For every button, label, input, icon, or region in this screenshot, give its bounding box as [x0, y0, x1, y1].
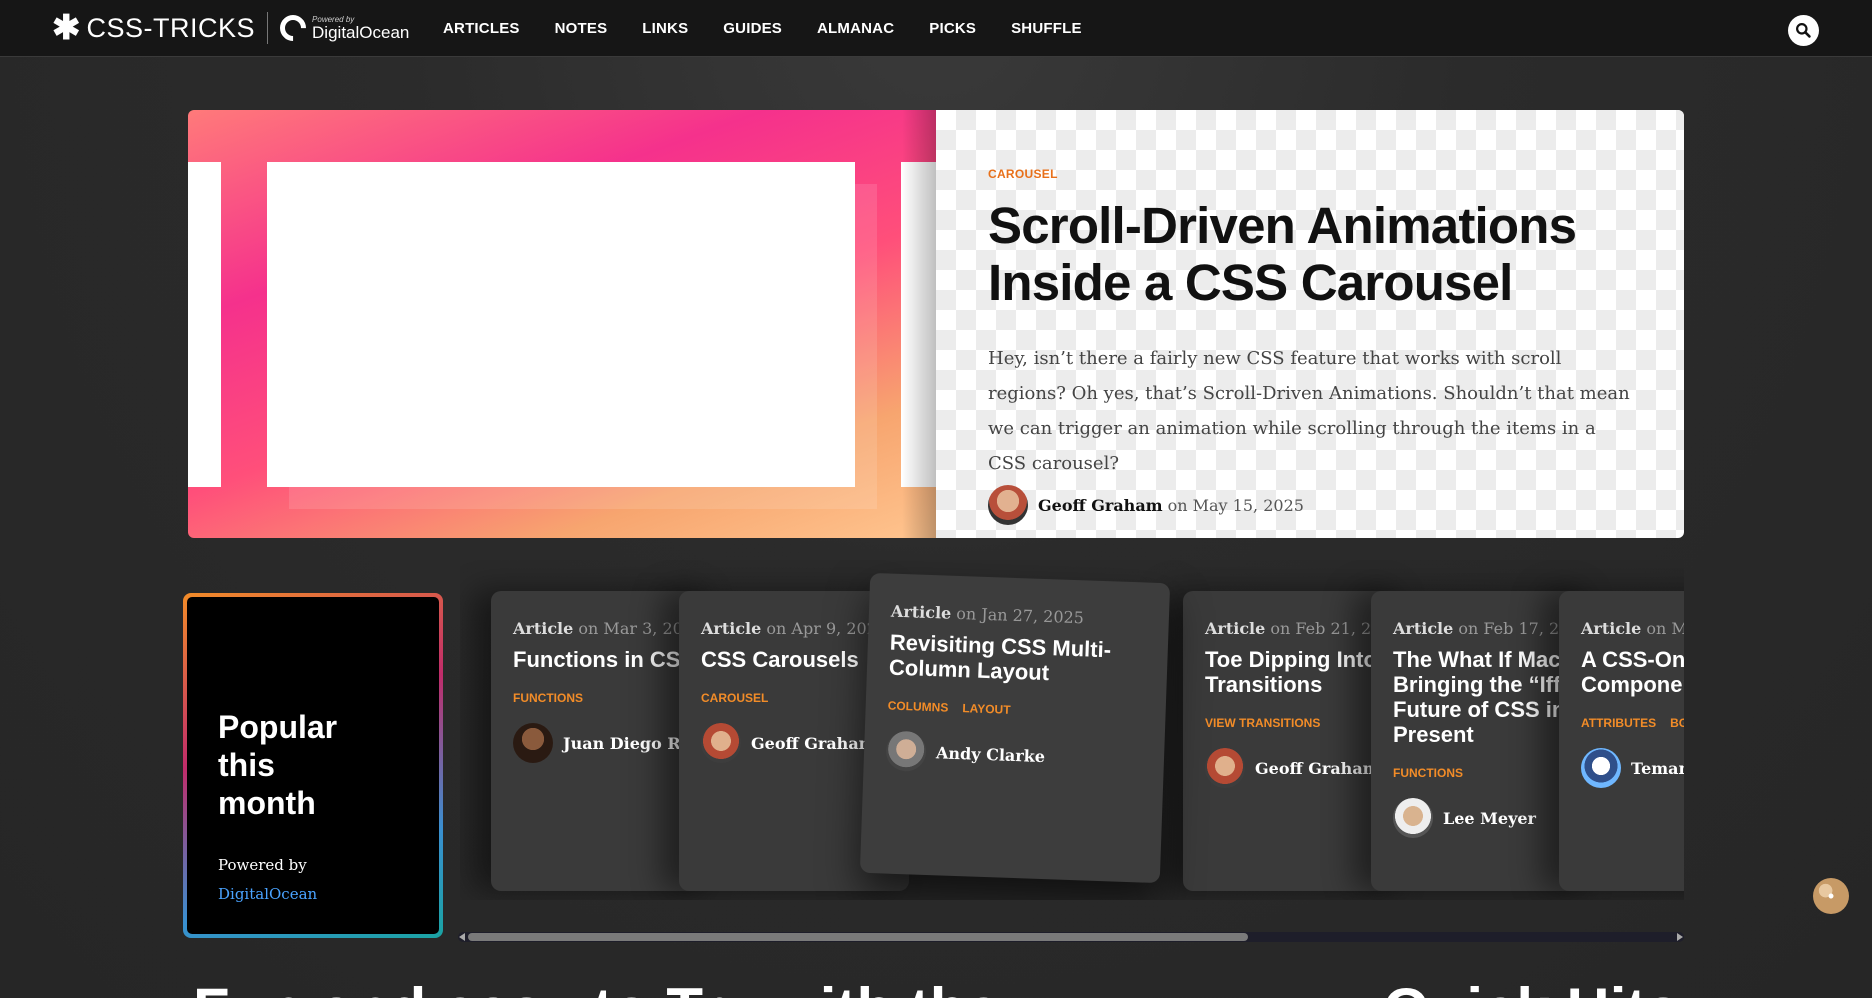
main-nav: ARTICLES NOTES LINKS GUIDES ALMANAC PICK… [443, 0, 1117, 57]
card-tag[interactable]: ATTRIBUTES [1581, 716, 1656, 730]
carousel-slide-center [267, 162, 855, 487]
quick-hits-heading: Quick Hits [1383, 980, 1680, 998]
card-type: Article [1581, 619, 1642, 638]
card-tag[interactable]: FUNCTIONS [1393, 766, 1463, 780]
scroll-right-arrow-icon[interactable] [1677, 933, 1683, 941]
card-type: Article [513, 619, 574, 638]
cookie-settings-button[interactable]: • [1813, 878, 1849, 914]
card-type: Article [890, 601, 952, 623]
avatar[interactable] [1393, 798, 1433, 838]
nav-almanac[interactable]: ALMANAC [817, 20, 894, 37]
card-author[interactable]: Temani Afif [1631, 759, 1684, 778]
search-icon [1796, 23, 1811, 38]
card-tag[interactable]: CAROUSEL [701, 691, 768, 705]
image-shade [902, 110, 936, 538]
card-date: on Mar [1646, 619, 1684, 638]
card-date: on Jan 27, 2025 [956, 603, 1085, 628]
nav-links[interactable]: LINKS [642, 20, 688, 37]
featured-tag[interactable]: CAROUSEL [988, 167, 1058, 181]
digitalocean-logo: Powered by DigitalOcean [274, 9, 410, 47]
card-author[interactable]: Lee Meyer [1443, 809, 1536, 828]
avatar[interactable] [701, 723, 741, 763]
section-heading: Fun and easy to Try with the [193, 980, 1000, 998]
author-link[interactable]: Geoff Graham [1038, 496, 1163, 515]
card-author[interactable]: Geoff Graham [1255, 759, 1380, 778]
nav-articles[interactable]: ARTICLES [443, 20, 520, 37]
card-title[interactable]: Revisiting CSS Multi-Column Layout [889, 630, 1121, 688]
cookie-icon: • [1827, 885, 1835, 906]
scrollbar-thumb[interactable] [468, 933, 1248, 941]
logo-divider [267, 12, 269, 44]
powered-by-label: Powered by [218, 856, 307, 874]
avatar[interactable] [1581, 748, 1621, 788]
avatar[interactable] [1205, 748, 1245, 788]
site-logo[interactable]: ✱ CSS-TRICKS Powered by DigitalOcean [52, 9, 410, 47]
featured-title[interactable]: Scroll-Driven Animations Inside a CSS Ca… [988, 197, 1630, 311]
digitalocean-label: DigitalOcean [312, 22, 410, 42]
site-header: ✱ CSS-TRICKS Powered by DigitalOcean ART… [0, 0, 1872, 57]
avatar[interactable] [885, 730, 927, 772]
featured-excerpt: Hey, isn’t there a fairly new CSS featur… [988, 348, 1630, 474]
article-card[interactable]: Article on Mar A CSS-Only Star Rating Co… [1559, 591, 1684, 891]
featured-content: CAROUSEL Scroll-Driven Animations Inside… [936, 110, 1684, 538]
nav-shuffle[interactable]: SHUFFLE [1011, 20, 1082, 37]
card-type: Article [1393, 619, 1454, 638]
avatar[interactable] [513, 723, 553, 763]
carousel-scrollbar[interactable] [458, 932, 1684, 942]
featured-byline: Geoff Graham on May 15, 2025 [988, 485, 1630, 525]
card-title[interactable]: Functions in CSS?! [513, 647, 716, 672]
article-card-active[interactable]: Article on Jan 27, 2025 Revisiting CSS M… [859, 572, 1171, 884]
scroll-left-arrow-icon[interactable] [459, 933, 465, 941]
star-logo-icon: ✱ [52, 9, 81, 47]
carousel-slide-left [188, 162, 221, 487]
nav-notes[interactable]: NOTES [555, 20, 608, 37]
card-type: Article [1205, 619, 1266, 638]
card-tag[interactable]: VIEW TRANSITIONS [1205, 716, 1320, 730]
card-tag[interactable]: BG [1670, 716, 1684, 730]
card-tag[interactable]: FUNCTIONS [513, 691, 583, 705]
popular-title: Popular this month [218, 709, 338, 821]
card-author[interactable]: Andy Clarke [936, 743, 1046, 766]
logo-text: CSS-TRICKS [86, 12, 256, 43]
card-title[interactable]: CSS Carousels [701, 647, 887, 672]
featured-image[interactable] [188, 110, 936, 538]
popular-this-month-box: Popular this month Powered by DigitalOce… [183, 593, 443, 938]
card-title[interactable]: A CSS-Only Star Rating Component and Mor… [1581, 647, 1684, 697]
publish-date: on May 15, 2025 [1167, 495, 1304, 515]
card-author[interactable]: Geoff Graham [751, 734, 876, 753]
popular-carousel: Article on Mar 3, 2025 Functions in CSS?… [460, 560, 1684, 900]
nav-guides[interactable]: GUIDES [723, 20, 782, 37]
featured-article[interactable]: CAROUSEL Scroll-Driven Animations Inside… [188, 110, 1684, 538]
search-button[interactable] [1788, 15, 1819, 46]
card-type: Article [701, 619, 762, 638]
avatar[interactable] [988, 485, 1028, 525]
digitalocean-icon [274, 9, 312, 47]
card-tag[interactable]: COLUMNS [887, 699, 948, 715]
nav-picks[interactable]: PICKS [929, 20, 976, 37]
digitalocean-link[interactable]: DigitalOcean [218, 885, 317, 903]
card-tag[interactable]: LAYOUT [962, 701, 1011, 717]
